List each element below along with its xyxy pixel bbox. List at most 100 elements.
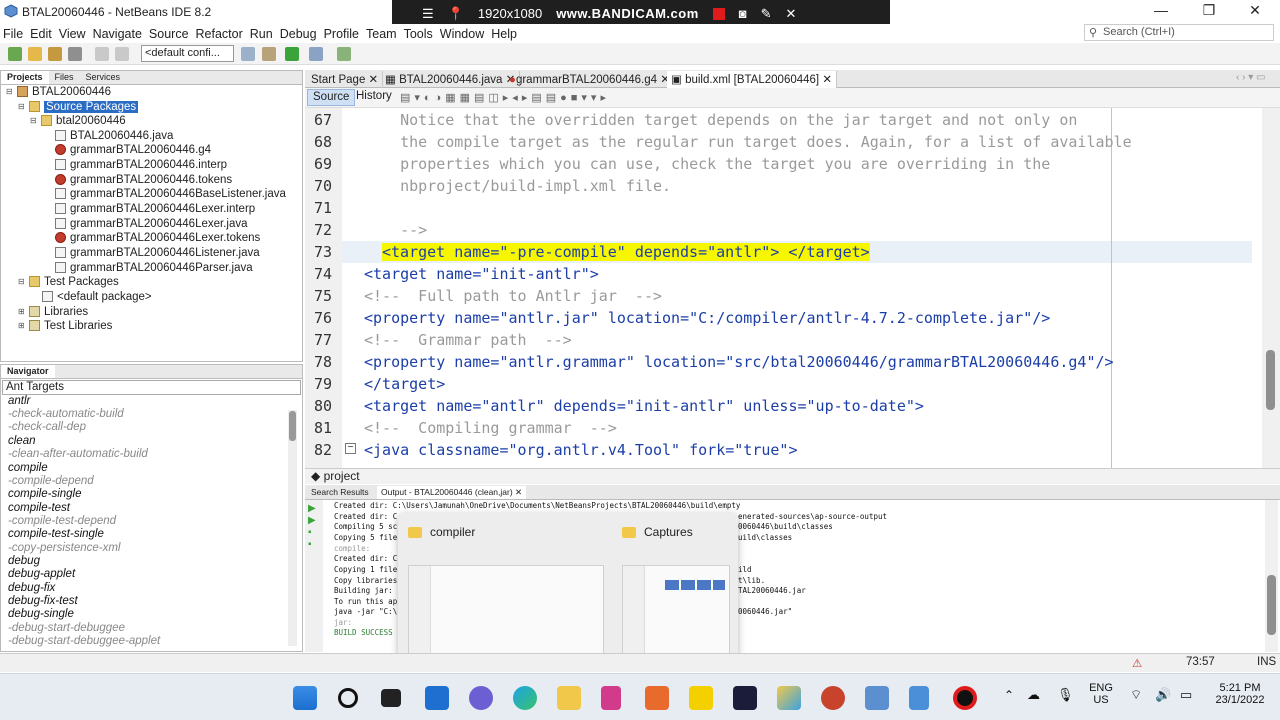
build-hammer-icon[interactable] (241, 47, 255, 61)
tab-navigator[interactable]: Navigator (1, 365, 55, 378)
code-line[interactable]: properties which you can use, check the … (364, 155, 1050, 173)
clock[interactable]: 5:21 PM 23/1/2022 (1208, 682, 1272, 706)
menu-navigate[interactable]: Navigate (93, 27, 142, 41)
camera-icon[interactable]: ◙ (739, 6, 747, 21)
tab-start-page[interactable]: Start Page ✕ (307, 71, 384, 88)
nav-target[interactable]: antlr (8, 395, 30, 407)
netbeans-icon[interactable] (865, 686, 889, 710)
tree-test-packages[interactable]: ⊟ Test Packages (18, 274, 119, 289)
language-indicator[interactable]: ENG US (1086, 682, 1116, 706)
nav-target[interactable]: -debug-start-debuggee-applet (8, 635, 160, 647)
new-file-icon[interactable] (28, 47, 42, 61)
tree-file[interactable]: grammarBTAL20060446.interp (55, 157, 227, 172)
nav-target[interactable]: debug (8, 555, 40, 567)
navigator-scrollbar[interactable] (288, 410, 297, 646)
code-line[interactable]: nbproject/build-impl.xml file. (364, 177, 671, 195)
menu-team[interactable]: Team (366, 27, 397, 41)
source-button[interactable]: Source (307, 89, 356, 106)
config-select[interactable]: <default confi... (141, 45, 234, 62)
tree-file[interactable]: grammarBTAL20060446Listener.java (55, 245, 260, 260)
menu-edit[interactable]: Edit (30, 27, 52, 41)
nav-target[interactable]: -check-automatic-build (8, 408, 124, 420)
tree-file[interactable]: grammarBTAL20060446Lexer.java (55, 216, 248, 231)
nav-target[interactable]: clean (8, 435, 36, 447)
tab-files[interactable]: Files (49, 71, 80, 84)
snipping-tool-icon[interactable] (601, 686, 621, 710)
powerpoint-icon[interactable] (821, 686, 845, 710)
nav-target[interactable]: debug-fix-test (8, 595, 78, 607)
close-tab-icon[interactable]: ✕ (515, 487, 522, 497)
editor-scroll-thumb[interactable] (1266, 350, 1275, 410)
tree-file[interactable]: BTAL20060446.java (55, 128, 173, 143)
notification-icon[interactable]: ⚠ (1132, 656, 1142, 670)
code-line[interactable]: the compile target as the regular run ta… (364, 133, 1132, 151)
tree-file[interactable]: grammarBTAL20060446.g4 (55, 142, 211, 157)
nav-target[interactable]: -check-call-dep (8, 421, 86, 433)
app-hexagon-icon[interactable] (777, 686, 801, 710)
tab-services[interactable]: Services (80, 71, 127, 84)
editor-action-icons[interactable]: ▤▾◐◑▦▦▤◫▸◂▸▤▤●■▾▾▸ (400, 91, 610, 104)
edge-browser-icon[interactable] (513, 686, 537, 710)
tree-file[interactable]: grammarBTAL20060446Lexer.tokens (55, 230, 260, 245)
nav-target[interactable]: -compile-test-depend (8, 515, 116, 527)
wifi-icon[interactable]: ⌔ (1130, 687, 1142, 703)
tab-scroll-arrows-icon[interactable]: ‹ › ▾ ▭ (1236, 72, 1265, 83)
bandicam-icon[interactable] (953, 686, 977, 710)
tab-grammar-file[interactable]: ●grammarBTAL20060446.g4 ✕ (505, 71, 675, 88)
tab-build-xml[interactable]: ▣ build.xml [BTAL20060446] ✕ (667, 71, 837, 88)
show-hidden-icons-icon[interactable]: ⌃ (1004, 688, 1014, 702)
code-line[interactable]: <property name="antlr.grammar" location=… (364, 353, 1114, 371)
clean-build-icon[interactable] (262, 47, 276, 61)
run-icon[interactable] (285, 47, 299, 61)
menu-profile[interactable]: Profile (324, 27, 359, 41)
collapse-icon[interactable]: ⊟ (18, 102, 27, 111)
code-line[interactable]: </target> (364, 375, 445, 393)
nav-target[interactable]: debug-fix (8, 582, 55, 594)
history-button[interactable]: History (351, 89, 397, 106)
widgets-icon[interactable] (425, 686, 449, 710)
tab-projects[interactable]: Projects (1, 71, 49, 84)
search-icon[interactable] (338, 688, 358, 708)
nav-target[interactable]: -copy-persistence-xml (8, 542, 120, 554)
close-tab-icon[interactable]: ✕ (369, 74, 379, 86)
battery-icon[interactable]: ▭ (1180, 687, 1192, 703)
breadcrumb-item[interactable]: project (324, 469, 360, 483)
redo-icon[interactable] (115, 47, 129, 61)
nav-target[interactable]: -debug-start-debuggee (8, 622, 125, 634)
save-all-icon[interactable] (68, 47, 82, 61)
profile-icon[interactable] (337, 47, 351, 61)
code-line[interactable]: <java classname="org.antlr.v4.Tool" fork… (364, 441, 797, 459)
tree-libraries[interactable]: ⊞ Libraries (18, 304, 88, 319)
start-windows-icon[interactable] (293, 686, 317, 710)
tree-package[interactable]: ⊟ btal20060446 (30, 113, 126, 128)
editor-scrollbar[interactable] (1262, 108, 1280, 468)
close-recorder-icon[interactable]: ✕ (786, 6, 797, 22)
tree-file[interactable]: grammarBTAL20060446.tokens (55, 172, 232, 187)
record-stop-icon[interactable] (712, 7, 725, 20)
webex-icon[interactable] (733, 686, 757, 710)
nav-target[interactable]: debug-single (8, 608, 74, 620)
menu-tools[interactable]: Tools (404, 27, 433, 41)
rerun-icons[interactable]: ▶ ▶ ▪ ▪ (308, 503, 316, 551)
code-line[interactable]: <!-- Full path to Antlr jar --> (364, 287, 662, 305)
new-project-icon[interactable] (8, 47, 22, 61)
menu-source[interactable]: Source (149, 27, 189, 41)
volume-icon[interactable]: 🔊 (1155, 687, 1171, 703)
nav-target[interactable]: compile-test-single (8, 528, 104, 540)
code-line[interactable]: <!-- Grammar path --> (364, 331, 572, 349)
tree-project-root[interactable]: ⊟ BTAL20060446 (6, 84, 111, 99)
sticky-notes-icon[interactable] (689, 686, 713, 710)
nav-target[interactable]: compile-single (8, 488, 82, 500)
menu-help[interactable]: Help (491, 27, 517, 41)
output-scroll-thumb[interactable] (1267, 575, 1276, 635)
tab-java-file[interactable]: ▦ BTAL20060446.java ✕ (381, 71, 521, 88)
microphone-icon[interactable]: 🎙 (1057, 687, 1074, 703)
code-line[interactable]: <target name="init-antlr"> (364, 265, 599, 283)
nav-target[interactable]: debug-applet (8, 568, 75, 580)
expand-icon[interactable]: ⊞ (18, 307, 27, 316)
maximize-icon[interactable]: ❐ (1186, 2, 1232, 22)
tree-file[interactable]: grammarBTAL20060446Parser.java (55, 260, 253, 275)
tab-output[interactable]: Output - BTAL20060446 (clean,jar) ✕ (377, 486, 527, 499)
code-line[interactable]: Notice that the overridden target depend… (364, 111, 1077, 129)
tree-default-package[interactable]: <default package> (42, 289, 152, 304)
